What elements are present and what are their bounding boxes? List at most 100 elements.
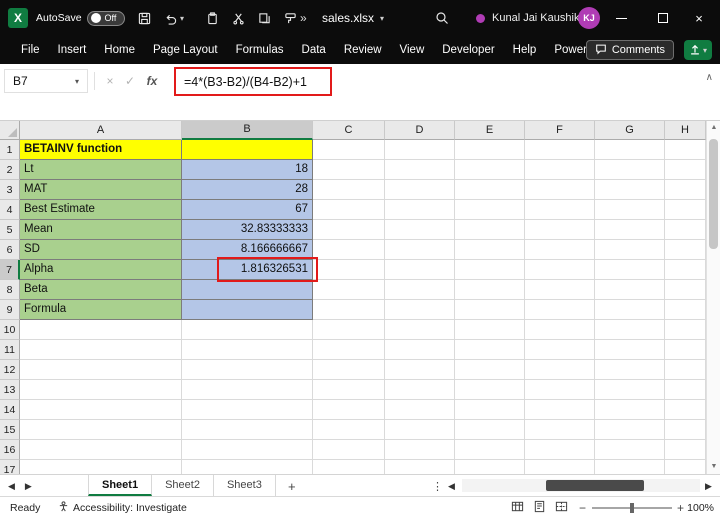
cell-C4[interactable] <box>313 200 385 220</box>
cell-F7[interactable] <box>525 260 595 280</box>
menu-page-layout[interactable]: Page Layout <box>144 36 227 64</box>
cell-F3[interactable] <box>525 180 595 200</box>
cell-B4[interactable]: 67 <box>182 200 313 220</box>
cell-H14[interactable] <box>665 400 706 420</box>
cell-E9[interactable] <box>455 300 525 320</box>
cell-H5[interactable] <box>665 220 706 240</box>
column-header-H[interactable]: H <box>665 121 706 140</box>
cell-E7[interactable] <box>455 260 525 280</box>
column-header-F[interactable]: F <box>525 121 595 140</box>
cell-G17[interactable] <box>595 460 665 474</box>
row-header-10[interactable]: 10 <box>0 320 20 340</box>
next-sheet-icon[interactable]: ▶ <box>25 481 32 492</box>
menu-help[interactable]: Help <box>504 36 546 64</box>
cell-B7[interactable]: 1.816326531 <box>182 260 313 280</box>
cell-B12[interactable] <box>182 360 313 380</box>
formula-input[interactable]: =4*(B3-B2)/(B4-B2)+1 <box>184 75 307 89</box>
cell-D12[interactable] <box>385 360 455 380</box>
cell-C11[interactable] <box>313 340 385 360</box>
row-header-2[interactable]: 2 <box>0 160 20 180</box>
cell-H10[interactable] <box>665 320 706 340</box>
cell-G16[interactable] <box>595 440 665 460</box>
cell-G11[interactable] <box>595 340 665 360</box>
confirm-entry-button[interactable]: ✓ <box>120 69 140 93</box>
menu-view[interactable]: View <box>391 36 434 64</box>
cancel-entry-button[interactable]: × <box>100 69 120 93</box>
column-header-D[interactable]: D <box>385 121 455 140</box>
cell-D3[interactable] <box>385 180 455 200</box>
cell-F15[interactable] <box>525 420 595 440</box>
cell-B3[interactable]: 28 <box>182 180 313 200</box>
cell-C5[interactable] <box>313 220 385 240</box>
cell-D4[interactable] <box>385 200 455 220</box>
cell-E16[interactable] <box>455 440 525 460</box>
cell-H13[interactable] <box>665 380 706 400</box>
cell-C13[interactable] <box>313 380 385 400</box>
cell-B13[interactable] <box>182 380 313 400</box>
comments-button[interactable]: Comments <box>586 40 674 60</box>
cell-D9[interactable] <box>385 300 455 320</box>
column-header-C[interactable]: C <box>313 121 385 140</box>
cell-F13[interactable] <box>525 380 595 400</box>
cell-E6[interactable] <box>455 240 525 260</box>
cell-A13[interactable] <box>20 380 182 400</box>
page-break-view-button[interactable] <box>555 497 568 518</box>
add-sheet-button[interactable]: + <box>288 475 296 497</box>
cell-D17[interactable] <box>385 460 455 474</box>
row-header-4[interactable]: 4 <box>0 200 20 220</box>
cut-icon[interactable] <box>226 0 250 36</box>
user-name[interactable]: Kunal Jai Kaushik <box>492 0 579 36</box>
cell-A5[interactable]: Mean <box>20 220 182 240</box>
cell-D8[interactable] <box>385 280 455 300</box>
cell-D5[interactable] <box>385 220 455 240</box>
cell-D10[interactable] <box>385 320 455 340</box>
cell-E13[interactable] <box>455 380 525 400</box>
insert-function-button[interactable]: fx <box>142 69 162 93</box>
cell-H9[interactable] <box>665 300 706 320</box>
menu-file[interactable]: File <box>12 36 49 64</box>
page-layout-view-button[interactable] <box>533 497 546 518</box>
cell-G10[interactable] <box>595 320 665 340</box>
menu-data[interactable]: Data <box>293 36 335 64</box>
vertical-scrollbar-thumb[interactable] <box>709 139 718 249</box>
toolbar-overflow-icon[interactable]: » <box>300 0 307 36</box>
cell-H12[interactable] <box>665 360 706 380</box>
copy-icon[interactable] <box>252 0 276 36</box>
sheet-tab-sheet2[interactable]: Sheet2 <box>152 475 214 496</box>
sheet-tab-sheet1[interactable]: Sheet1 <box>88 475 152 496</box>
cell-D6[interactable] <box>385 240 455 260</box>
cell-F2[interactable] <box>525 160 595 180</box>
scroll-down-icon[interactable]: ▼ <box>707 460 720 474</box>
cell-B9[interactable] <box>182 300 313 320</box>
row-header-13[interactable]: 13 <box>0 380 20 400</box>
cell-E4[interactable] <box>455 200 525 220</box>
row-header-12[interactable]: 12 <box>0 360 20 380</box>
cell-F4[interactable] <box>525 200 595 220</box>
cell-A16[interactable] <box>20 440 182 460</box>
tab-bar-more-icon[interactable]: ⋮ <box>432 475 443 497</box>
horizontal-scrollbar-thumb[interactable] <box>546 480 644 491</box>
vertical-scrollbar[interactable]: ▲ ▼ <box>706 121 720 474</box>
cell-E3[interactable] <box>455 180 525 200</box>
cell-F10[interactable] <box>525 320 595 340</box>
cell-B17[interactable] <box>182 460 313 474</box>
close-button[interactable]: × <box>678 0 720 36</box>
autosave-toggle[interactable]: Off <box>87 11 125 26</box>
cell-A4[interactable]: Best Estimate <box>20 200 182 220</box>
paste-icon[interactable] <box>200 0 224 36</box>
accessibility-status[interactable]: Accessibility: Investigate <box>58 497 187 518</box>
cell-D1[interactable] <box>385 140 455 160</box>
cell-B11[interactable] <box>182 340 313 360</box>
cell-H6[interactable] <box>665 240 706 260</box>
cell-E15[interactable] <box>455 420 525 440</box>
cell-D14[interactable] <box>385 400 455 420</box>
cell-F12[interactable] <box>525 360 595 380</box>
select-all-corner[interactable] <box>0 121 20 140</box>
row-header-8[interactable]: 8 <box>0 280 20 300</box>
cell-D2[interactable] <box>385 160 455 180</box>
cell-F1[interactable] <box>525 140 595 160</box>
cell-A9[interactable]: Formula <box>20 300 182 320</box>
cell-D15[interactable] <box>385 420 455 440</box>
row-header-7[interactable]: 7 <box>0 260 20 280</box>
cell-A7[interactable]: Alpha <box>20 260 182 280</box>
